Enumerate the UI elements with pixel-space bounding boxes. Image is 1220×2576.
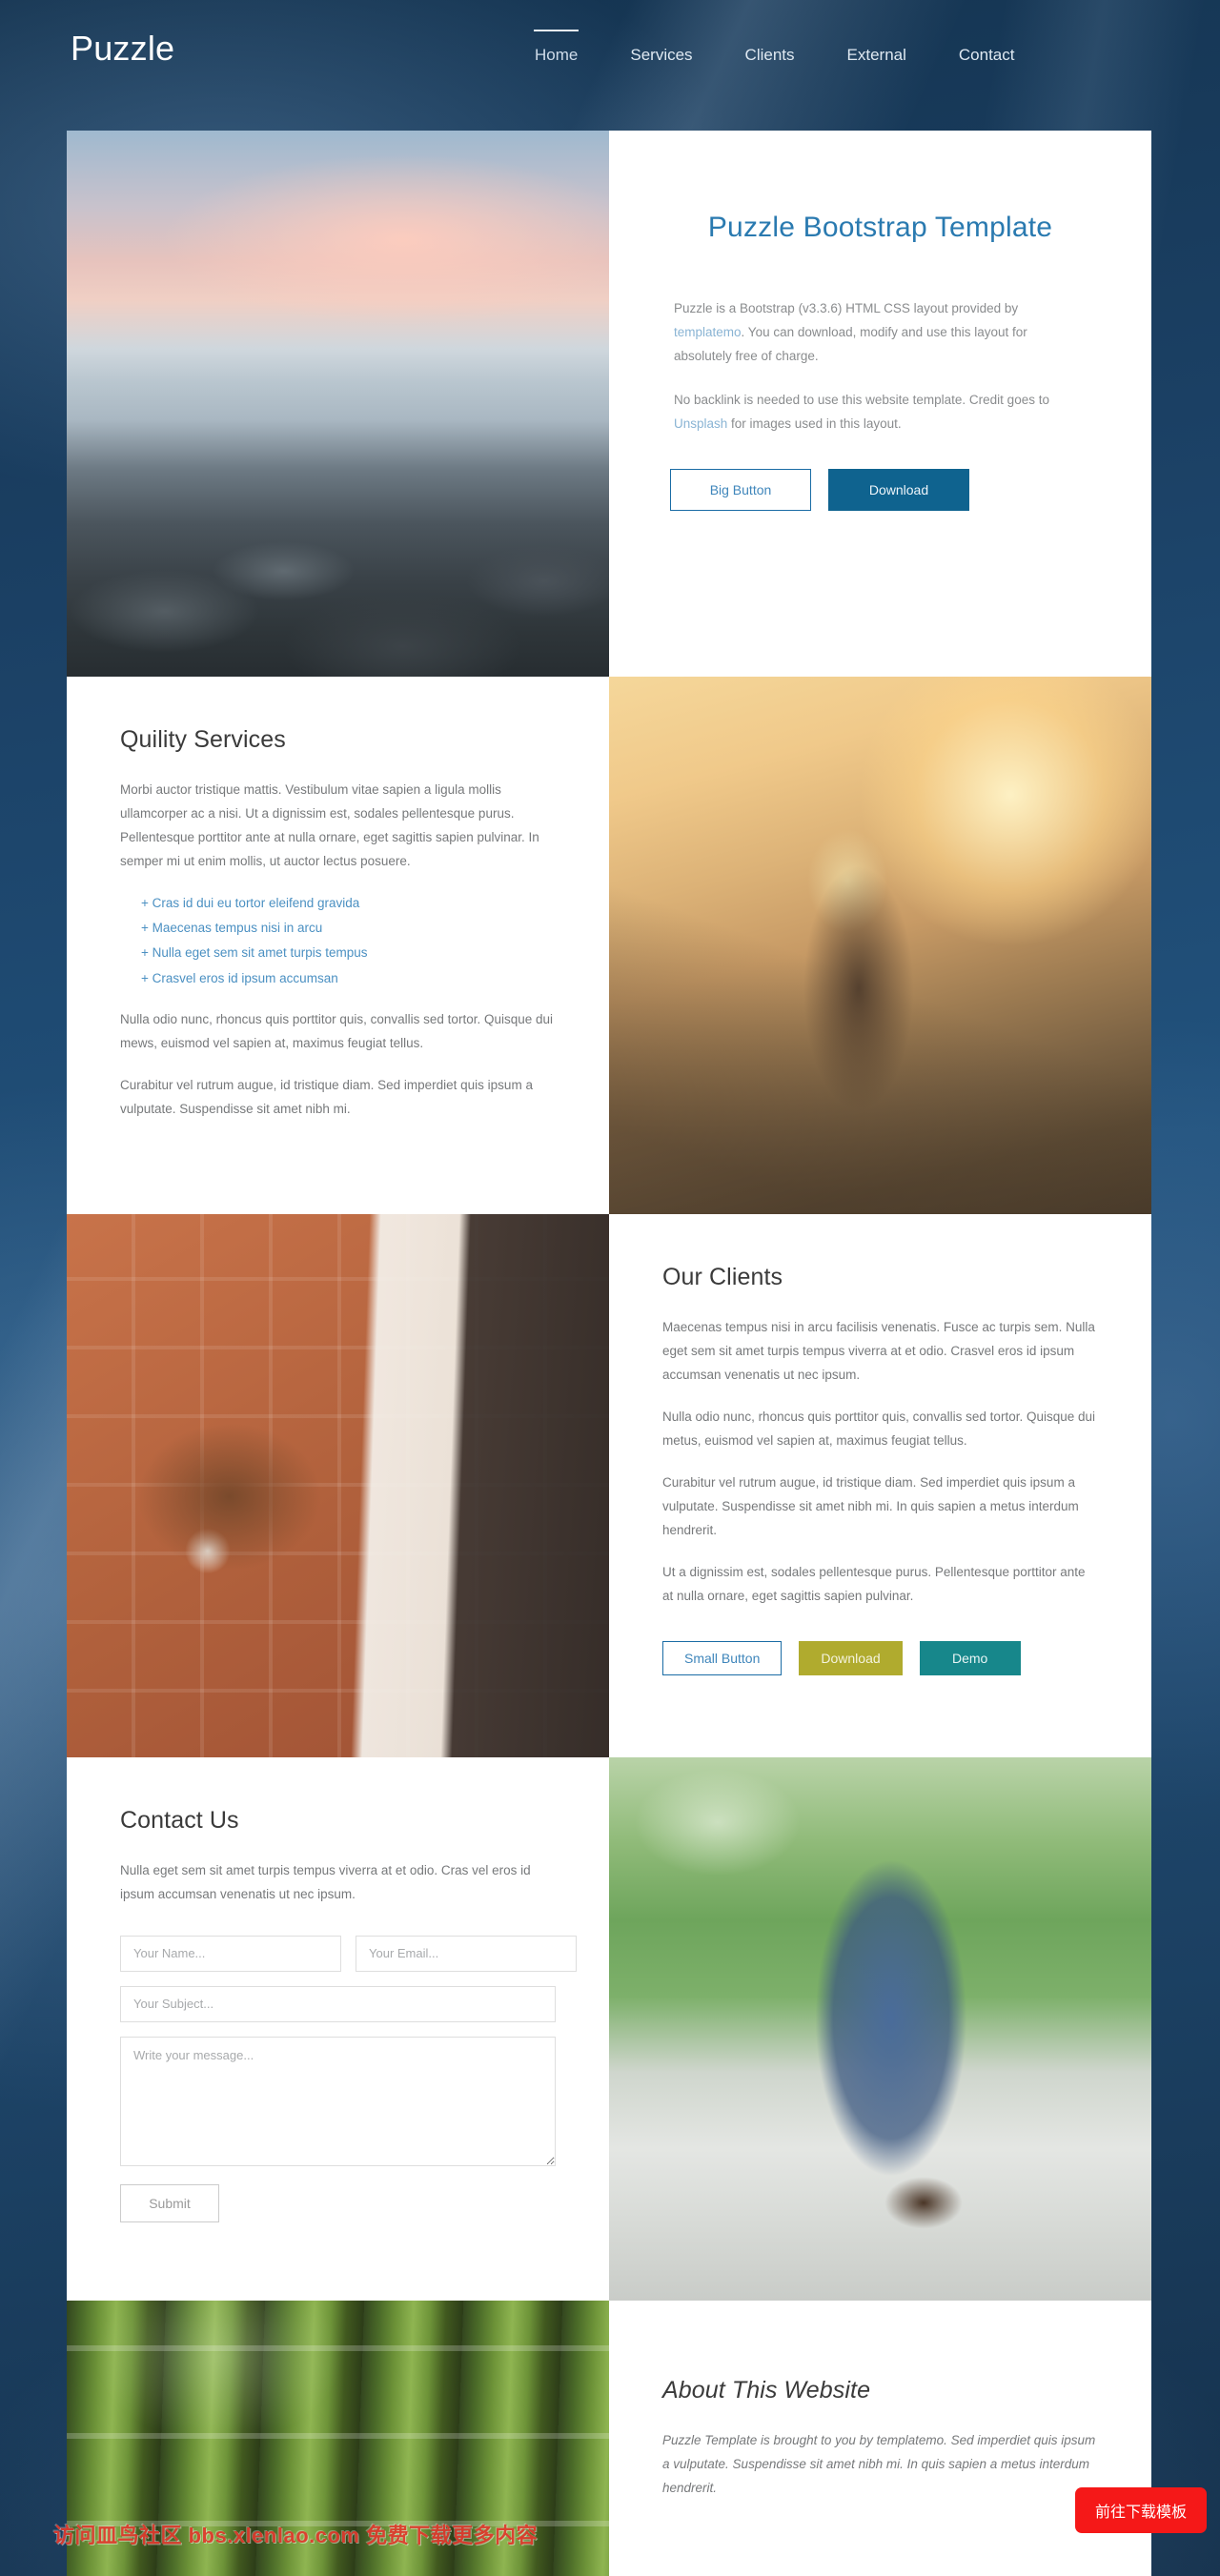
hero-section: Puzzle Bootstrap Template Puzzle is a Bo… <box>67 131 1151 677</box>
contact-image <box>609 1757 1151 2301</box>
clients-text-panel: Our Clients Maecenas tempus nisi in arcu… <box>609 1214 1151 1757</box>
about-title: About This Website <box>662 2377 871 2404</box>
services-text-panel: Quility Services Morbi auctor tristique … <box>67 677 609 1214</box>
services-paragraph-2: Nulla odio nunc, rhoncus quis porttitor … <box>120 1011 553 1050</box>
nav-item-contact[interactable]: Contact <box>958 46 1016 65</box>
submit-button[interactable]: Submit <box>120 2183 219 2222</box>
services-list-item[interactable]: + Maecenas tempus nisi in arcu <box>141 917 556 939</box>
clients-button-row: Small Button Download Demo <box>662 1640 1098 1675</box>
contact-form-row-1 <box>120 1935 577 1972</box>
nav-item-services[interactable]: Services <box>629 46 693 65</box>
templatemo-link[interactable]: templatemo <box>674 325 742 339</box>
hero-paragraph-1: Puzzle is a Bootstrap (v3.3.6) HTML CSS … <box>670 297 1090 369</box>
clients-image <box>67 1214 609 1757</box>
hero-text-panel: Puzzle Bootstrap Template Puzzle is a Bo… <box>609 131 1151 677</box>
nav-link-clients[interactable]: Clients <box>744 46 796 65</box>
contact-form-row-2 <box>120 1985 556 2022</box>
about-paragraph: Puzzle Template is brought to you by tem… <box>662 2433 1096 2495</box>
big-button[interactable]: Big Button <box>670 468 811 511</box>
contact-form-row-3 <box>120 2036 556 2166</box>
email-input[interactable] <box>356 1935 577 1972</box>
page-content: Puzzle Bootstrap Template Puzzle is a Bo… <box>67 131 1151 2576</box>
demo-button[interactable]: Demo <box>919 1640 1021 1675</box>
contact-form-panel: Contact Us Nulla eget sem sit amet turpi… <box>67 1757 609 2301</box>
nav-link-contact[interactable]: Contact <box>958 46 1016 65</box>
nav-link-services[interactable]: Services <box>629 46 693 65</box>
nav-item-external[interactable]: External <box>846 46 907 65</box>
services-title: Quility Services <box>120 726 286 753</box>
hero-image <box>67 131 609 677</box>
nav-item-home[interactable]: Home <box>534 30 580 65</box>
services-list-item[interactable]: + Nulla eget sem sit amet turpis tempus <box>141 942 556 963</box>
brand-logo[interactable]: Puzzle <box>71 31 174 66</box>
contact-title: Contact Us <box>120 1807 239 1834</box>
small-button[interactable]: Small Button <box>662 1640 783 1675</box>
hero-button-row: Big Button Download <box>670 468 1090 511</box>
contact-section: Contact Us Nulla eget sem sit amet turpi… <box>67 1757 1151 2301</box>
services-list-item[interactable]: + Crasvel eros id ipsum accumsan <box>141 967 556 989</box>
download-template-cta-button[interactable]: 前往下载模板 <box>1074 2487 1207 2533</box>
name-input[interactable] <box>120 1935 341 1972</box>
about-text-panel: About This Website Puzzle Template is br… <box>609 2301 1151 2576</box>
main-navigation: Home Services Clients External Contact <box>534 30 1016 65</box>
nav-item-clients[interactable]: Clients <box>744 46 796 65</box>
services-list-item[interactable]: + Cras id dui eu tortor eleifend gravida <box>141 892 556 914</box>
nav-link-external[interactable]: External <box>846 46 907 65</box>
download-button-hero[interactable]: Download <box>828 468 969 511</box>
clients-title: Our Clients <box>662 1264 783 1290</box>
nav-link-home[interactable]: Home <box>534 46 579 65</box>
hero-paragraph-2: No backlink is needed to use this websit… <box>670 389 1090 436</box>
contact-paragraph: Nulla eget sem sit amet turpis tempus vi… <box>120 1863 531 1901</box>
hero-paragraph-2-post: for images used in this layout. <box>727 416 902 431</box>
submit-row: Submit <box>120 2183 556 2222</box>
hero-paragraph-1-pre: Puzzle is a Bootstrap (v3.3.6) HTML CSS … <box>674 301 1019 315</box>
clients-paragraph-4: Ut a dignissim est, sodales pellentesque… <box>662 1564 1086 1603</box>
services-feature-list: + Cras id dui eu tortor eleifend gravida… <box>120 892 556 989</box>
clients-paragraph-2: Nulla odio nunc, rhoncus quis porttitor … <box>662 1409 1095 1448</box>
hero-title: Puzzle Bootstrap Template <box>707 212 1053 243</box>
clients-paragraph-3: Curabitur vel rutrum augue, id tristique… <box>662 1474 1079 1537</box>
services-section: Quility Services Morbi auctor tristique … <box>67 677 1151 1214</box>
download-button-clients[interactable]: Download <box>799 1640 903 1675</box>
hero-paragraph-2-pre: No backlink is needed to use this websit… <box>674 392 1049 407</box>
services-image <box>609 677 1151 1214</box>
clients-section: Our Clients Maecenas tempus nisi in arcu… <box>67 1214 1151 1757</box>
services-paragraph-3: Curabitur vel rutrum augue, id tristique… <box>120 1077 533 1116</box>
clients-paragraph-1: Maecenas tempus nisi in arcu facilisis v… <box>662 1320 1095 1382</box>
site-watermark: 访问皿鸟社区 bbs.xlenlao.com 免费下载更多内容 <box>53 2524 539 2547</box>
subject-input[interactable] <box>120 1985 556 2022</box>
services-paragraph-1: Morbi auctor tristique mattis. Vestibulu… <box>120 782 539 868</box>
contact-form: Submit <box>120 1935 577 2222</box>
message-textarea[interactable] <box>120 2036 556 2166</box>
unsplash-link[interactable]: Unsplash <box>674 416 727 431</box>
top-navbar: Puzzle Home Services Clients External Co… <box>0 0 1220 114</box>
